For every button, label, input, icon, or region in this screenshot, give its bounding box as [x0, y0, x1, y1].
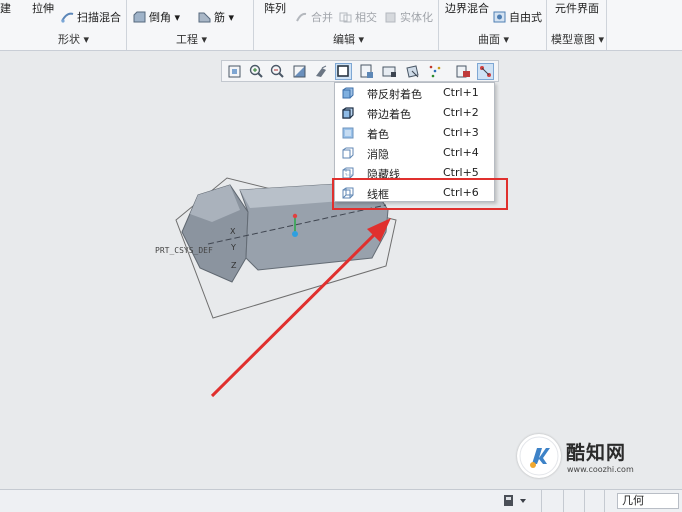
- menu-item-label: 消隐: [367, 148, 389, 161]
- axis-y-label: Y: [231, 243, 236, 252]
- menu-item-shading[interactable]: 着色 Ctrl+3: [335, 123, 494, 143]
- filter-icon: [504, 495, 526, 506]
- menu-item-no-hidden[interactable]: 消隐 Ctrl+4: [335, 143, 494, 163]
- status-separator: [541, 490, 542, 512]
- no-hidden-icon: [342, 147, 354, 159]
- annotation-display-icon[interactable]: [455, 63, 472, 80]
- annotation-highlight-box: [332, 178, 508, 210]
- status-separator: [563, 490, 564, 512]
- status-bar: 几何: [0, 489, 682, 512]
- spin-center-toggle-icon[interactable]: [477, 63, 494, 80]
- selection-filter-button[interactable]: [500, 493, 530, 509]
- saved-orientations-icon[interactable]: [358, 63, 375, 80]
- shading-with-edges-icon: [342, 107, 354, 119]
- menu-item-shading-with-reflections[interactable]: 带反射着色 Ctrl+1: [335, 83, 494, 103]
- selection-filter-field[interactable]: 几何: [617, 493, 679, 509]
- shading-icon: [342, 127, 354, 139]
- menu-item-shortcut: Ctrl+4: [443, 146, 479, 159]
- zoom-in-icon[interactable]: [248, 63, 265, 80]
- csys-x-marker: [292, 213, 298, 219]
- spin-center-icon[interactable]: [313, 63, 330, 80]
- menu-item-shortcut: Ctrl+3: [443, 126, 479, 139]
- axis-z-label: Z: [231, 261, 237, 270]
- status-separator: [584, 490, 585, 512]
- view-toolbar: [221, 60, 499, 82]
- menu-item-label: 带边着色: [367, 108, 411, 121]
- csys-origin-icon: [292, 231, 298, 237]
- menu-item-label: 带反射着色: [367, 88, 422, 101]
- csys-label: PRT_CSYS_DEF: [155, 246, 213, 255]
- menu-item-shortcut: Ctrl+1: [443, 86, 479, 99]
- perspective-view-icon[interactable]: [404, 63, 421, 80]
- display-style-icon[interactable]: [335, 63, 352, 80]
- datum-display-icon[interactable]: [427, 63, 444, 80]
- refit-icon[interactable]: [226, 63, 243, 80]
- menu-item-shading-with-edges[interactable]: 带边着色 Ctrl+2: [335, 103, 494, 123]
- watermark-logo: [517, 434, 561, 478]
- menu-item-shortcut: Ctrl+2: [443, 106, 479, 119]
- menu-item-label: 着色: [367, 128, 389, 141]
- status-separator: [604, 490, 605, 512]
- zoom-out-icon[interactable]: [269, 63, 286, 80]
- view-manager-icon[interactable]: [381, 63, 398, 80]
- watermark: 酷知网 www.coozhi.com: [508, 432, 674, 482]
- shading-with-reflections-icon: [342, 87, 354, 99]
- watermark-url: www.coozhi.com: [567, 465, 634, 474]
- repaint-icon[interactable]: [291, 63, 308, 80]
- watermark-title: 酷知网: [566, 442, 627, 464]
- axis-x-label: X: [230, 227, 236, 236]
- coozhi-logo-icon: [519, 436, 559, 476]
